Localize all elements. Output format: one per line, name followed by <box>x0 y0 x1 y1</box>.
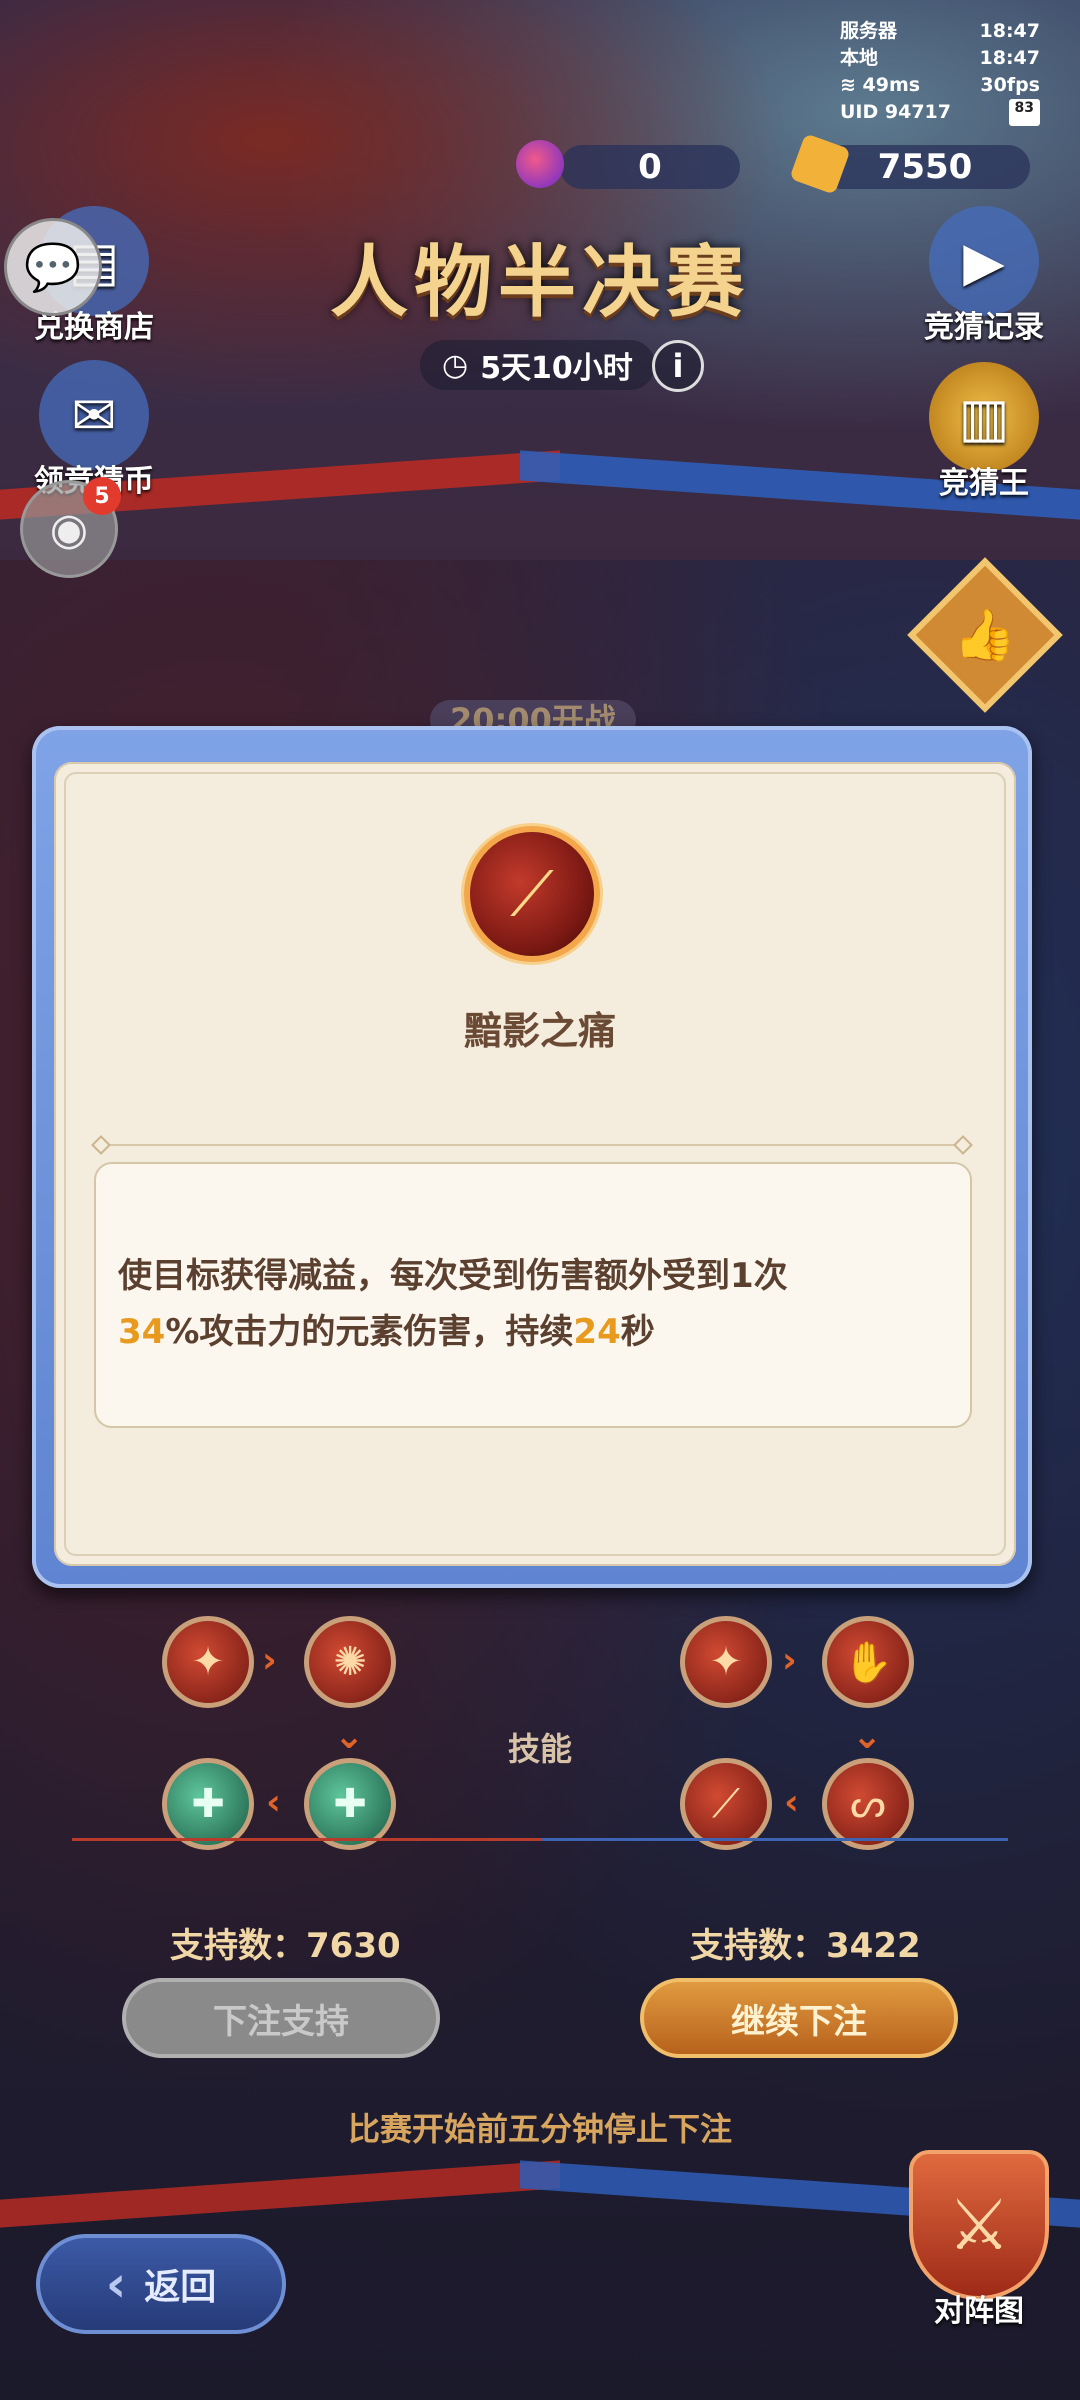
continue-bet-button[interactable]: 继续下注 <box>640 1978 958 2058</box>
gem-balance: 0 <box>560 145 740 189</box>
desc-line1: 使目标获得减益，每次受到伤害额外受到1次 <box>118 1256 788 1296</box>
shadow-claw-skill-icon: ⟋ <box>464 826 600 962</box>
back-button[interactable]: ‹ 返回 <box>36 2234 286 2334</box>
local-time: 18:47 <box>979 47 1040 69</box>
fps-value: 30fps <box>980 74 1040 96</box>
uid-value: UID 94717 <box>840 101 951 123</box>
left-support-count: 支持数：7630 <box>170 1926 401 1966</box>
server-label: 服务器 <box>840 20 898 42</box>
right-divider <box>542 1838 1008 1841</box>
back-arrow-icon: ‹ <box>105 2255 127 2313</box>
ping-value: 49ms <box>862 74 921 96</box>
right-skill-4-icon[interactable]: ⟋ <box>680 1758 772 1850</box>
arrow-right-icon: › <box>262 1640 277 1681</box>
battery-icon: 83 <box>1008 99 1040 126</box>
left-skill-3-icon[interactable]: ✚ <box>304 1758 396 1850</box>
arrow-left-icon: ‹ <box>784 1782 799 1823</box>
clock-icon: ◷ <box>442 347 469 383</box>
bet-support-button[interactable]: 下注支持 <box>122 1978 440 2058</box>
skill-description: 使目标获得减益，每次受到伤害额外受到1次 34%攻击力的元素伤害，持续24秒 <box>94 1162 972 1428</box>
guess-record-button[interactable]: ▶ 竞猜记录 <box>914 206 1054 346</box>
notification-button[interactable]: ◉ 5 <box>20 477 121 578</box>
desc-line2: %攻击力的元素伤害，持续 <box>165 1312 574 1352</box>
chat-icon[interactable]: 💬 <box>4 218 102 316</box>
notification-badge: 5 <box>83 477 121 515</box>
left-divider <box>72 1838 542 1841</box>
arrow-down-icon: ⌄ <box>852 1716 883 1757</box>
guess-king-button[interactable]: ▥ 竞猜王 <box>914 362 1054 502</box>
back-label: 返回 <box>144 2267 217 2308</box>
popup-divider <box>100 1144 964 1146</box>
status-overlay: 服务器 18:47 本地 18:47 ≋ 49ms 30fps UID 94717 83 <box>840 18 1040 126</box>
skills-label: 技能 <box>507 1730 572 1768</box>
right-skill-3-icon[interactable]: ᔕ <box>822 1758 914 1850</box>
lineup-button[interactable]: ⚔ 对阵图 <box>904 2150 1054 2330</box>
wifi-icon: ≋ <box>840 74 856 96</box>
countdown-timer: ◷ 5天10小时 <box>420 340 655 390</box>
left-skill-2-icon[interactable]: ✺ <box>304 1616 396 1708</box>
guess-king-label: 竞猜王 <box>939 466 1029 501</box>
ticket-balance: 7550 <box>820 145 1030 189</box>
record-icon: ▶ <box>929 206 1039 316</box>
desc-line3: 秒 <box>620 1312 655 1352</box>
betting-notice: 比赛开始前五分钟停止下注 <box>347 2110 732 2148</box>
crossed-swords-icon: ⚔ <box>909 2150 1049 2300</box>
right-skill-2-icon[interactable]: ✋ <box>822 1616 914 1708</box>
right-skill-1-icon[interactable]: ✦ <box>680 1616 772 1708</box>
left-skill-4-icon[interactable]: ✚ <box>162 1758 254 1850</box>
ticket-stack-icon: ✉ <box>39 360 149 470</box>
arrow-left-icon: ‹ <box>266 1782 281 1823</box>
lineup-label: 对阵图 <box>934 2294 1024 2329</box>
info-button[interactable]: i <box>652 340 704 392</box>
desc-highlight-duration: 24 <box>573 1312 621 1352</box>
guess-record-label: 竞猜记录 <box>924 310 1044 345</box>
gem-icon <box>516 140 564 188</box>
desc-highlight-percent: 34 <box>118 1312 166 1352</box>
local-label: 本地 <box>840 47 879 69</box>
right-support-count: 支持数：3422 <box>690 1926 921 1966</box>
thumbs-up-icon: 👍 <box>953 605 1017 664</box>
server-time: 18:47 <box>979 20 1040 42</box>
podium-icon: ▥ <box>929 362 1039 472</box>
left-skill-1-icon[interactable]: ✦ <box>162 1616 254 1708</box>
countdown-text: 5天10小时 <box>480 351 633 386</box>
pig-icon: ◉ <box>49 503 89 555</box>
arrow-right-icon: › <box>782 1640 797 1681</box>
skill-name: 黯影之痛 <box>463 1009 616 1053</box>
